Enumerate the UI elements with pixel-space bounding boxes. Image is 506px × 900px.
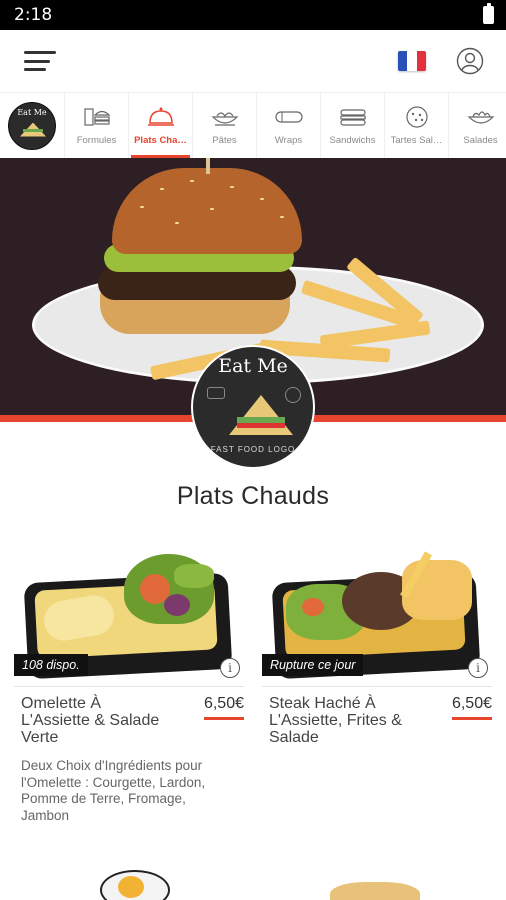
product-price: 6,50€ xyxy=(203,695,244,720)
next-product-image xyxy=(310,852,440,900)
eat-me-logo: Eat Me FAST FOOD LOGO xyxy=(191,345,315,469)
battery-icon xyxy=(483,3,494,24)
logo-title: Eat Me xyxy=(17,107,47,117)
category-salades[interactable]: Salades xyxy=(448,93,506,158)
logo-title: Eat Me xyxy=(218,355,288,377)
category-sandwichs[interactable]: Sandwichs xyxy=(320,93,384,158)
eat-me-logo-icon: Eat Me xyxy=(8,101,56,150)
salad-bowl-icon xyxy=(467,111,494,124)
burger-combo-icon xyxy=(83,108,110,126)
cloche-icon xyxy=(147,107,174,126)
stock-badge: Rupture ce jour xyxy=(262,654,364,676)
product-description: Deux Choix d'Ingrédients pour l'Omelette… xyxy=(21,758,206,823)
steak-image: Rupture ce jour i xyxy=(262,534,492,682)
category-pates[interactable]: Pâtes xyxy=(192,93,256,158)
category-label: Pâtes xyxy=(212,135,237,146)
category-tartes-salees[interactable]: Tartes Sal… xyxy=(384,93,448,158)
stock-badge: 108 dispo. xyxy=(14,654,88,676)
omelette-image: 108 dispo. i xyxy=(14,534,244,682)
info-icon[interactable]: i xyxy=(220,658,240,678)
category-label: Wraps xyxy=(274,135,303,146)
app-bar xyxy=(0,30,506,92)
product-card[interactable]: 108 dispo. i Omelette À L'Assiette & Sal… xyxy=(14,534,244,824)
wrap-icon xyxy=(274,111,303,123)
category-label: Tartes Sal… xyxy=(390,135,443,146)
category-bar: Eat Me Formules Plats Cha… Pâtes Wraps S… xyxy=(0,92,506,158)
category-label: Formules xyxy=(76,135,117,146)
product-name: Omelette À L'Assiette & Salade Verte xyxy=(21,695,160,746)
category-label: Plats Cha… xyxy=(134,135,187,146)
status-time: 2:18 xyxy=(14,5,53,25)
app-bar-actions xyxy=(398,47,484,75)
category-wraps[interactable]: Wraps xyxy=(256,93,320,158)
pie-icon xyxy=(405,106,428,128)
product-card[interactable]: Rupture ce jour i Steak Haché À L'Assiet… xyxy=(262,534,492,746)
pasta-bowl-icon xyxy=(211,112,238,126)
category-formules[interactable]: Formules xyxy=(64,93,128,158)
product-name: Steak Haché À L'Assiette, Frites & Salad… xyxy=(269,695,402,746)
next-product-image xyxy=(80,852,200,900)
hamburger-menu-icon[interactable] xyxy=(24,51,56,71)
product-price: 6,50€ xyxy=(451,695,492,720)
user-profile-icon[interactable] xyxy=(456,47,484,75)
category-plats-chauds[interactable]: Plats Cha… xyxy=(128,93,192,158)
category-label: Sandwichs xyxy=(329,135,376,146)
brand-logo-small[interactable]: Eat Me xyxy=(0,93,64,158)
sandwich-icon xyxy=(339,109,366,126)
info-icon[interactable]: i xyxy=(468,658,488,678)
status-bar: 2:18 xyxy=(0,0,506,30)
category-label: Salades xyxy=(463,135,498,146)
logo-subtitle: FAST FOOD LOGO xyxy=(210,445,296,454)
french-flag-icon[interactable] xyxy=(398,51,426,71)
section-title: Plats Chauds xyxy=(176,482,330,510)
